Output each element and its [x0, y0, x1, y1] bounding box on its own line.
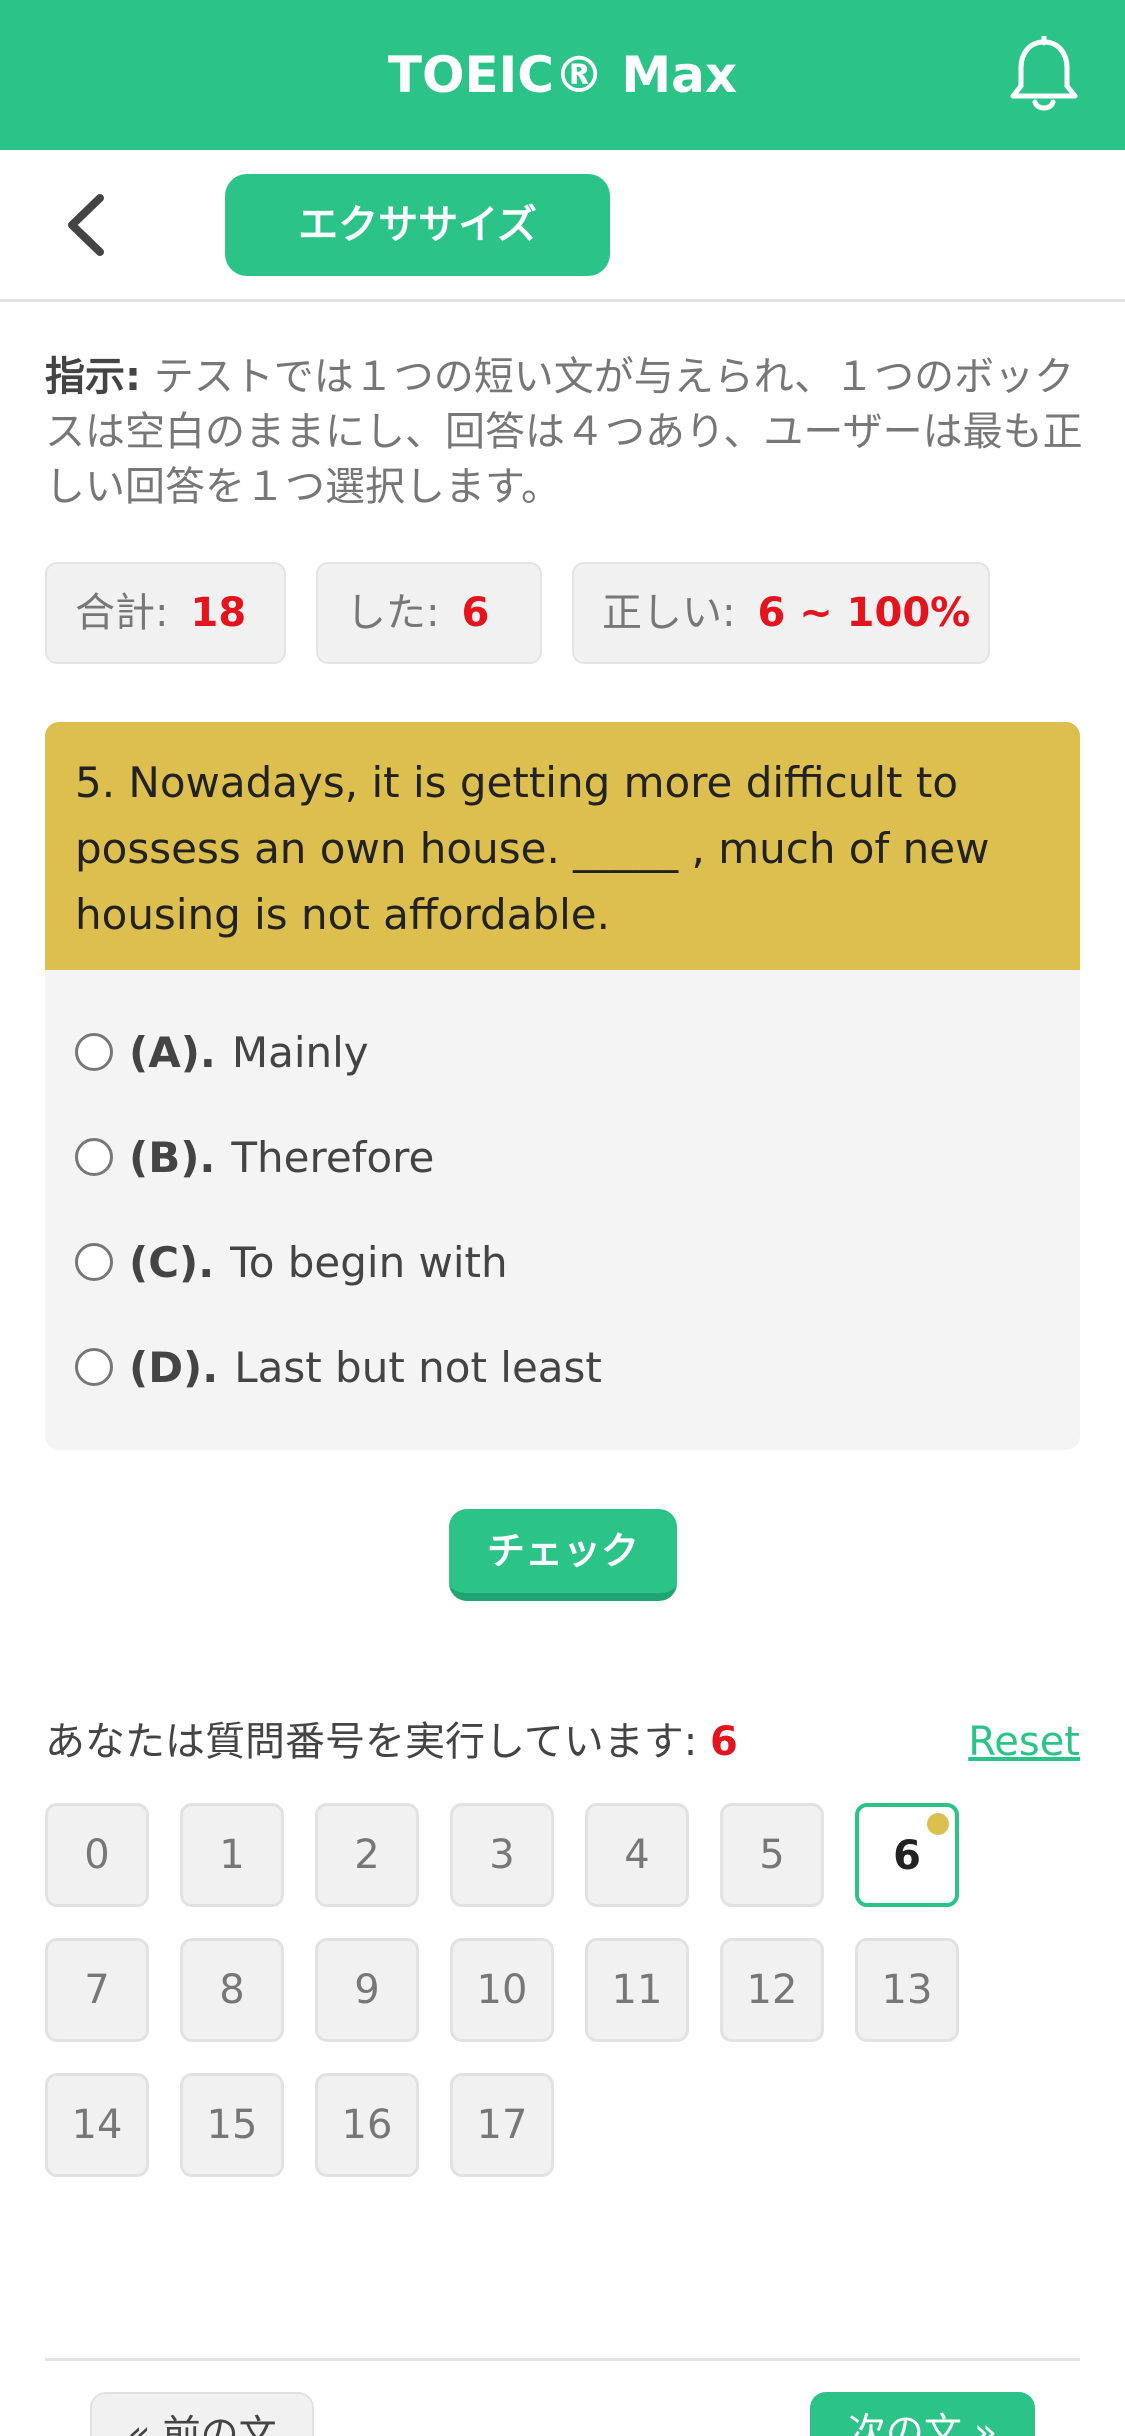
option-text: To begin with [230, 1237, 508, 1287]
stat-done: した: 6 [316, 562, 542, 664]
next-sentence-button[interactable]: 次の文 » [810, 2392, 1035, 2436]
question-number-button[interactable]: 0 [45, 1803, 149, 1907]
question-number-button-current[interactable]: 6 [855, 1803, 959, 1907]
option-d[interactable]: (D). Last but not least [75, 1327, 602, 1407]
bottom-divider [45, 2358, 1080, 2361]
radio-button[interactable] [75, 1033, 113, 1071]
question-number-button[interactable]: 16 [315, 2073, 419, 2177]
radio-button[interactable] [75, 1138, 113, 1176]
option-b[interactable]: (B). Therefore [75, 1117, 434, 1197]
option-text: Therefore [231, 1132, 435, 1182]
bell-icon[interactable] [1007, 36, 1081, 116]
option-c[interactable]: (C). To begin with [75, 1222, 508, 1302]
radio-button[interactable] [75, 1348, 113, 1386]
stat-done-label: した: [346, 590, 440, 636]
option-label: (D). [129, 1342, 219, 1392]
option-label: (A). [129, 1027, 216, 1077]
question-number-button[interactable]: 5 [720, 1803, 824, 1907]
running-label: あなたは質問番号を実行しています: [45, 1719, 698, 1765]
question-number-button[interactable]: 10 [450, 1938, 554, 2042]
option-text: Mainly [231, 1027, 369, 1077]
app-header: TOEIC® Max [0, 0, 1125, 150]
chevron-left-icon[interactable] [58, 190, 118, 260]
stat-correct-label: 正しい: [602, 590, 736, 636]
instructions-label: 指示: [45, 354, 141, 400]
check-button[interactable]: チェック [449, 1509, 677, 1601]
question-number-button[interactable]: 8 [180, 1938, 284, 2042]
previous-sentence-button[interactable]: « 前の文 [90, 2392, 314, 2436]
app-title: TOEIC® Max [387, 46, 738, 104]
option-label: (B). [129, 1132, 216, 1182]
question-number-button[interactable]: 17 [450, 2073, 554, 2177]
question-number-button[interactable]: 15 [180, 2073, 284, 2177]
question-card: 5. Nowadays, it is getting more difficul… [45, 722, 1080, 1450]
stat-total-label: 合計: [75, 590, 169, 636]
tab-exercise[interactable]: エクササイズ [225, 174, 610, 276]
sub-navigation-bar: エクササイズ [0, 150, 1125, 302]
stat-correct-value: 6 ~ 100% [757, 590, 971, 636]
option-label: (C). [129, 1237, 215, 1287]
question-number-button[interactable]: 14 [45, 2073, 149, 2177]
question-number-button[interactable]: 11 [585, 1938, 689, 2042]
instructions-text: テストでは１つの短い文が与えられ、１つのボックスは空白のままにし、回答は４つあり… [45, 354, 1083, 510]
question-number-button[interactable]: 4 [585, 1803, 689, 1907]
question-text: 5. Nowadays, it is getting more difficul… [45, 722, 1080, 970]
stat-total-value: 18 [190, 590, 247, 636]
reset-link[interactable]: Reset [968, 1712, 1080, 1772]
option-a[interactable]: (A). Mainly [75, 1012, 369, 1092]
option-text: Last but not least [234, 1342, 602, 1392]
current-indicator-dot [927, 1813, 949, 1835]
radio-button[interactable] [75, 1243, 113, 1281]
current-question-number: 6 [710, 1719, 738, 1765]
question-number-label: 6 [893, 1833, 921, 1879]
question-number-button[interactable]: 12 [720, 1938, 824, 2042]
stat-correct: 正しい: 6 ~ 100% [572, 562, 990, 664]
question-number-button[interactable]: 3 [450, 1803, 554, 1907]
stat-done-value: 6 [461, 590, 490, 636]
question-number-button[interactable]: 2 [315, 1803, 419, 1907]
question-number-button[interactable]: 7 [45, 1938, 149, 2042]
stat-total: 合計: 18 [45, 562, 286, 664]
instructions: 指示: テストでは１つの短い文が与えられ、１つのボックスは空白のままにし、回答は… [45, 350, 1085, 515]
running-question-info: あなたは質問番号を実行しています: 6 [45, 1712, 738, 1772]
question-number-button[interactable]: 1 [180, 1803, 284, 1907]
question-number-button[interactable]: 13 [855, 1938, 959, 2042]
question-number-button[interactable]: 9 [315, 1938, 419, 2042]
